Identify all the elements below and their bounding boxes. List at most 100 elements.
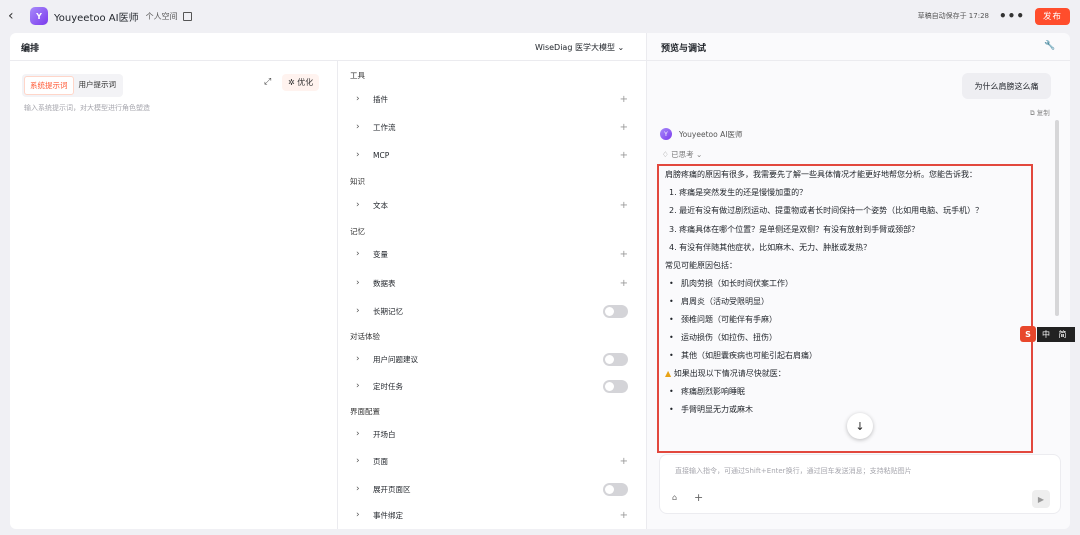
chevron-right-icon: ›	[356, 456, 360, 466]
lightbulb-icon: ♢	[662, 150, 669, 159]
config-item-event[interactable]: › 事件绑定 +	[356, 508, 628, 522]
chat-input-box[interactable]	[659, 454, 1061, 514]
chevron-down-icon: ⌄	[617, 43, 625, 52]
copy-button[interactable]: ⧉ 复制	[1030, 107, 1050, 118]
app-title: Youyeetoo AI医师	[54, 12, 139, 24]
chevron-right-icon: ›	[356, 122, 360, 132]
list-item: • 运动损伤（如拉伤、扭伤）	[669, 333, 777, 343]
list-item: • 疼痛剧烈影响睡眠	[669, 387, 745, 397]
section-ui: 界面配置	[350, 407, 380, 416]
add-icon[interactable]: +	[620, 510, 628, 521]
ime-logo-icon: S	[1020, 326, 1036, 342]
ime-mode: 中 简	[1037, 326, 1075, 342]
list-item: 4. 有没有伴随其他症状，比如麻木、无力、肿胀或发热？	[669, 242, 872, 252]
add-icon[interactable]: +	[620, 278, 628, 289]
send-icon: ▶	[1037, 494, 1045, 504]
chat-input[interactable]: 直接输入指令，可通过Shift+Enter换行，通过回车发送消息；支持粘贴图片	[675, 466, 912, 476]
preview-title: 预览与调试	[661, 44, 707, 54]
chevron-right-icon: ›	[356, 249, 360, 259]
bot-avatar: Y	[660, 128, 672, 140]
longterm-memory-toggle[interactable]	[603, 304, 628, 318]
chevron-right-icon: ›	[356, 484, 360, 494]
expand-icon[interactable]: ⤢	[264, 77, 271, 87]
expand-page-toggle[interactable]	[603, 482, 628, 496]
optimize-button[interactable]: ✲ 优化	[282, 74, 320, 91]
config-item-expand-page[interactable]: › 展开页面区	[356, 482, 628, 496]
config-item-page[interactable]: › 页面 +	[356, 454, 628, 468]
list-item: 3. 疼痛具体在哪个位置？是单侧还是双侧？有没有放射到手臂或颈部？	[669, 224, 920, 234]
section-dialog: 对话体验	[350, 332, 380, 341]
top-bar: ‹ Y Youyeetoo AI医师 个人空间 草稿自动保存于 17:28 ••…	[0, 0, 1080, 32]
config-item-suggestions[interactable]: › 用户问题建议	[356, 352, 628, 366]
model-selector[interactable]: WiseDiag 医学大模型 ⌄	[535, 42, 624, 53]
config-item-database[interactable]: › 数据表 +	[356, 276, 628, 290]
warning-title: ▲ 如果出现以下情况请尽快就医：	[665, 369, 786, 379]
sweep-icon[interactable]: ⌂	[672, 493, 677, 502]
list-item: • 其他（如胆囊疾病也可能引起右肩痛）	[669, 351, 817, 361]
add-icon[interactable]: +	[620, 122, 628, 133]
add-icon[interactable]: +	[620, 249, 628, 260]
config-item-mcp[interactable]: › MCP +	[356, 148, 628, 162]
list-item: • 颈椎问题（可能伴有手麻）	[669, 315, 777, 325]
config-item-longterm-memory[interactable]: › 长期记忆	[356, 304, 628, 318]
section-memory: 记忆	[350, 227, 365, 236]
list-item: • 手臂明显无力或麻木	[669, 405, 753, 415]
chevron-right-icon: ›	[356, 429, 360, 439]
publish-button[interactable]: 发布	[1035, 7, 1070, 25]
answer-intro: 肩膀疼痛的原因有很多，我需要先了解一些具体情况才能更好地帮您分析。您能告诉我：	[665, 170, 977, 179]
copy-icon: ⧉	[1030, 109, 1035, 117]
chevron-right-icon: ›	[356, 306, 360, 316]
list-item: • 肩周炎（活动受限明显）	[669, 297, 769, 307]
config-item-opening[interactable]: › 开场白	[356, 427, 628, 441]
tab-system-prompt[interactable]: 系统提示词	[24, 76, 74, 95]
scroll-to-bottom-button[interactable]: ↓	[847, 413, 873, 439]
ime-indicator: S 中 简	[1020, 326, 1075, 342]
wrench-icon[interactable]: 🔧	[1044, 41, 1055, 51]
add-attachment-icon[interactable]: +	[694, 491, 703, 504]
bot-answer: 肩膀疼痛的原因有很多，我需要先了解一些具体情况才能更好地帮您分析。您能告诉我： …	[657, 164, 1033, 453]
add-icon[interactable]: +	[620, 456, 628, 467]
prompt-tabs: 系统提示词 用户提示词	[22, 74, 123, 97]
chevron-right-icon: ›	[356, 354, 360, 364]
list-item: 2. 最近有没有做过剧烈运动、提重物或者长时间保持一个姿势（比如用电脑、玩手机）…	[669, 206, 984, 216]
sparkle-icon: ✲	[288, 78, 295, 87]
user-message: 为什么肩膀这么痛	[962, 73, 1051, 99]
add-icon[interactable]: +	[620, 94, 628, 105]
add-icon[interactable]: +	[620, 150, 628, 161]
arrow-down-icon: ↓	[855, 419, 865, 433]
list-item: 1. 疼痛是突然发生的还是慢慢加重的？	[669, 188, 808, 197]
app-logo: Y	[30, 7, 48, 25]
back-icon[interactable]: ‹	[8, 8, 24, 24]
divider	[646, 60, 1070, 61]
tab-user-prompt[interactable]: 用户提示词	[74, 76, 122, 95]
config-item-schedule[interactable]: › 定时任务	[356, 379, 628, 393]
config-item-text[interactable]: › 文本 +	[356, 198, 628, 212]
add-icon[interactable]: +	[620, 200, 628, 211]
chevron-right-icon: ›	[356, 94, 360, 104]
causes-title: 常见可能原因包括：	[665, 261, 737, 271]
chevron-right-icon: ›	[356, 278, 360, 288]
section-knowledge: 知识	[350, 177, 365, 186]
suggestions-toggle[interactable]	[603, 352, 628, 366]
bot-name: Youyeetoo AI医师	[679, 130, 743, 139]
autosave-status: 草稿自动保存于 17:28	[917, 12, 989, 20]
list-item: • 肌肉劳损（如长时间伏案工作）	[669, 279, 793, 289]
config-item-plugin[interactable]: › 插件 +	[356, 92, 628, 106]
chevron-right-icon: ›	[356, 510, 360, 520]
system-prompt-input[interactable]: 输入系统提示词，对大模型进行角色塑造	[24, 103, 150, 113]
chevron-right-icon: ›	[356, 150, 360, 160]
config-item-workflow[interactable]: › 工作流 +	[356, 120, 628, 134]
edit-icon[interactable]	[182, 11, 192, 21]
thought-toggle[interactable]: ♢ 已思考 ⌄	[662, 149, 702, 160]
more-icon[interactable]: •••	[999, 9, 1025, 23]
space-label: 个人空间	[145, 11, 178, 21]
config-item-variable[interactable]: › 变量 +	[356, 247, 628, 261]
schedule-toggle[interactable]	[603, 379, 628, 393]
chevron-right-icon: ›	[356, 200, 360, 210]
scrollbar[interactable]	[1055, 120, 1059, 316]
divider	[337, 60, 338, 529]
chevron-right-icon: ›	[356, 381, 360, 391]
warning-icon: ▲	[665, 369, 672, 379]
chevron-down-icon: ⌄	[696, 150, 703, 159]
send-button[interactable]: ▶	[1032, 490, 1050, 508]
